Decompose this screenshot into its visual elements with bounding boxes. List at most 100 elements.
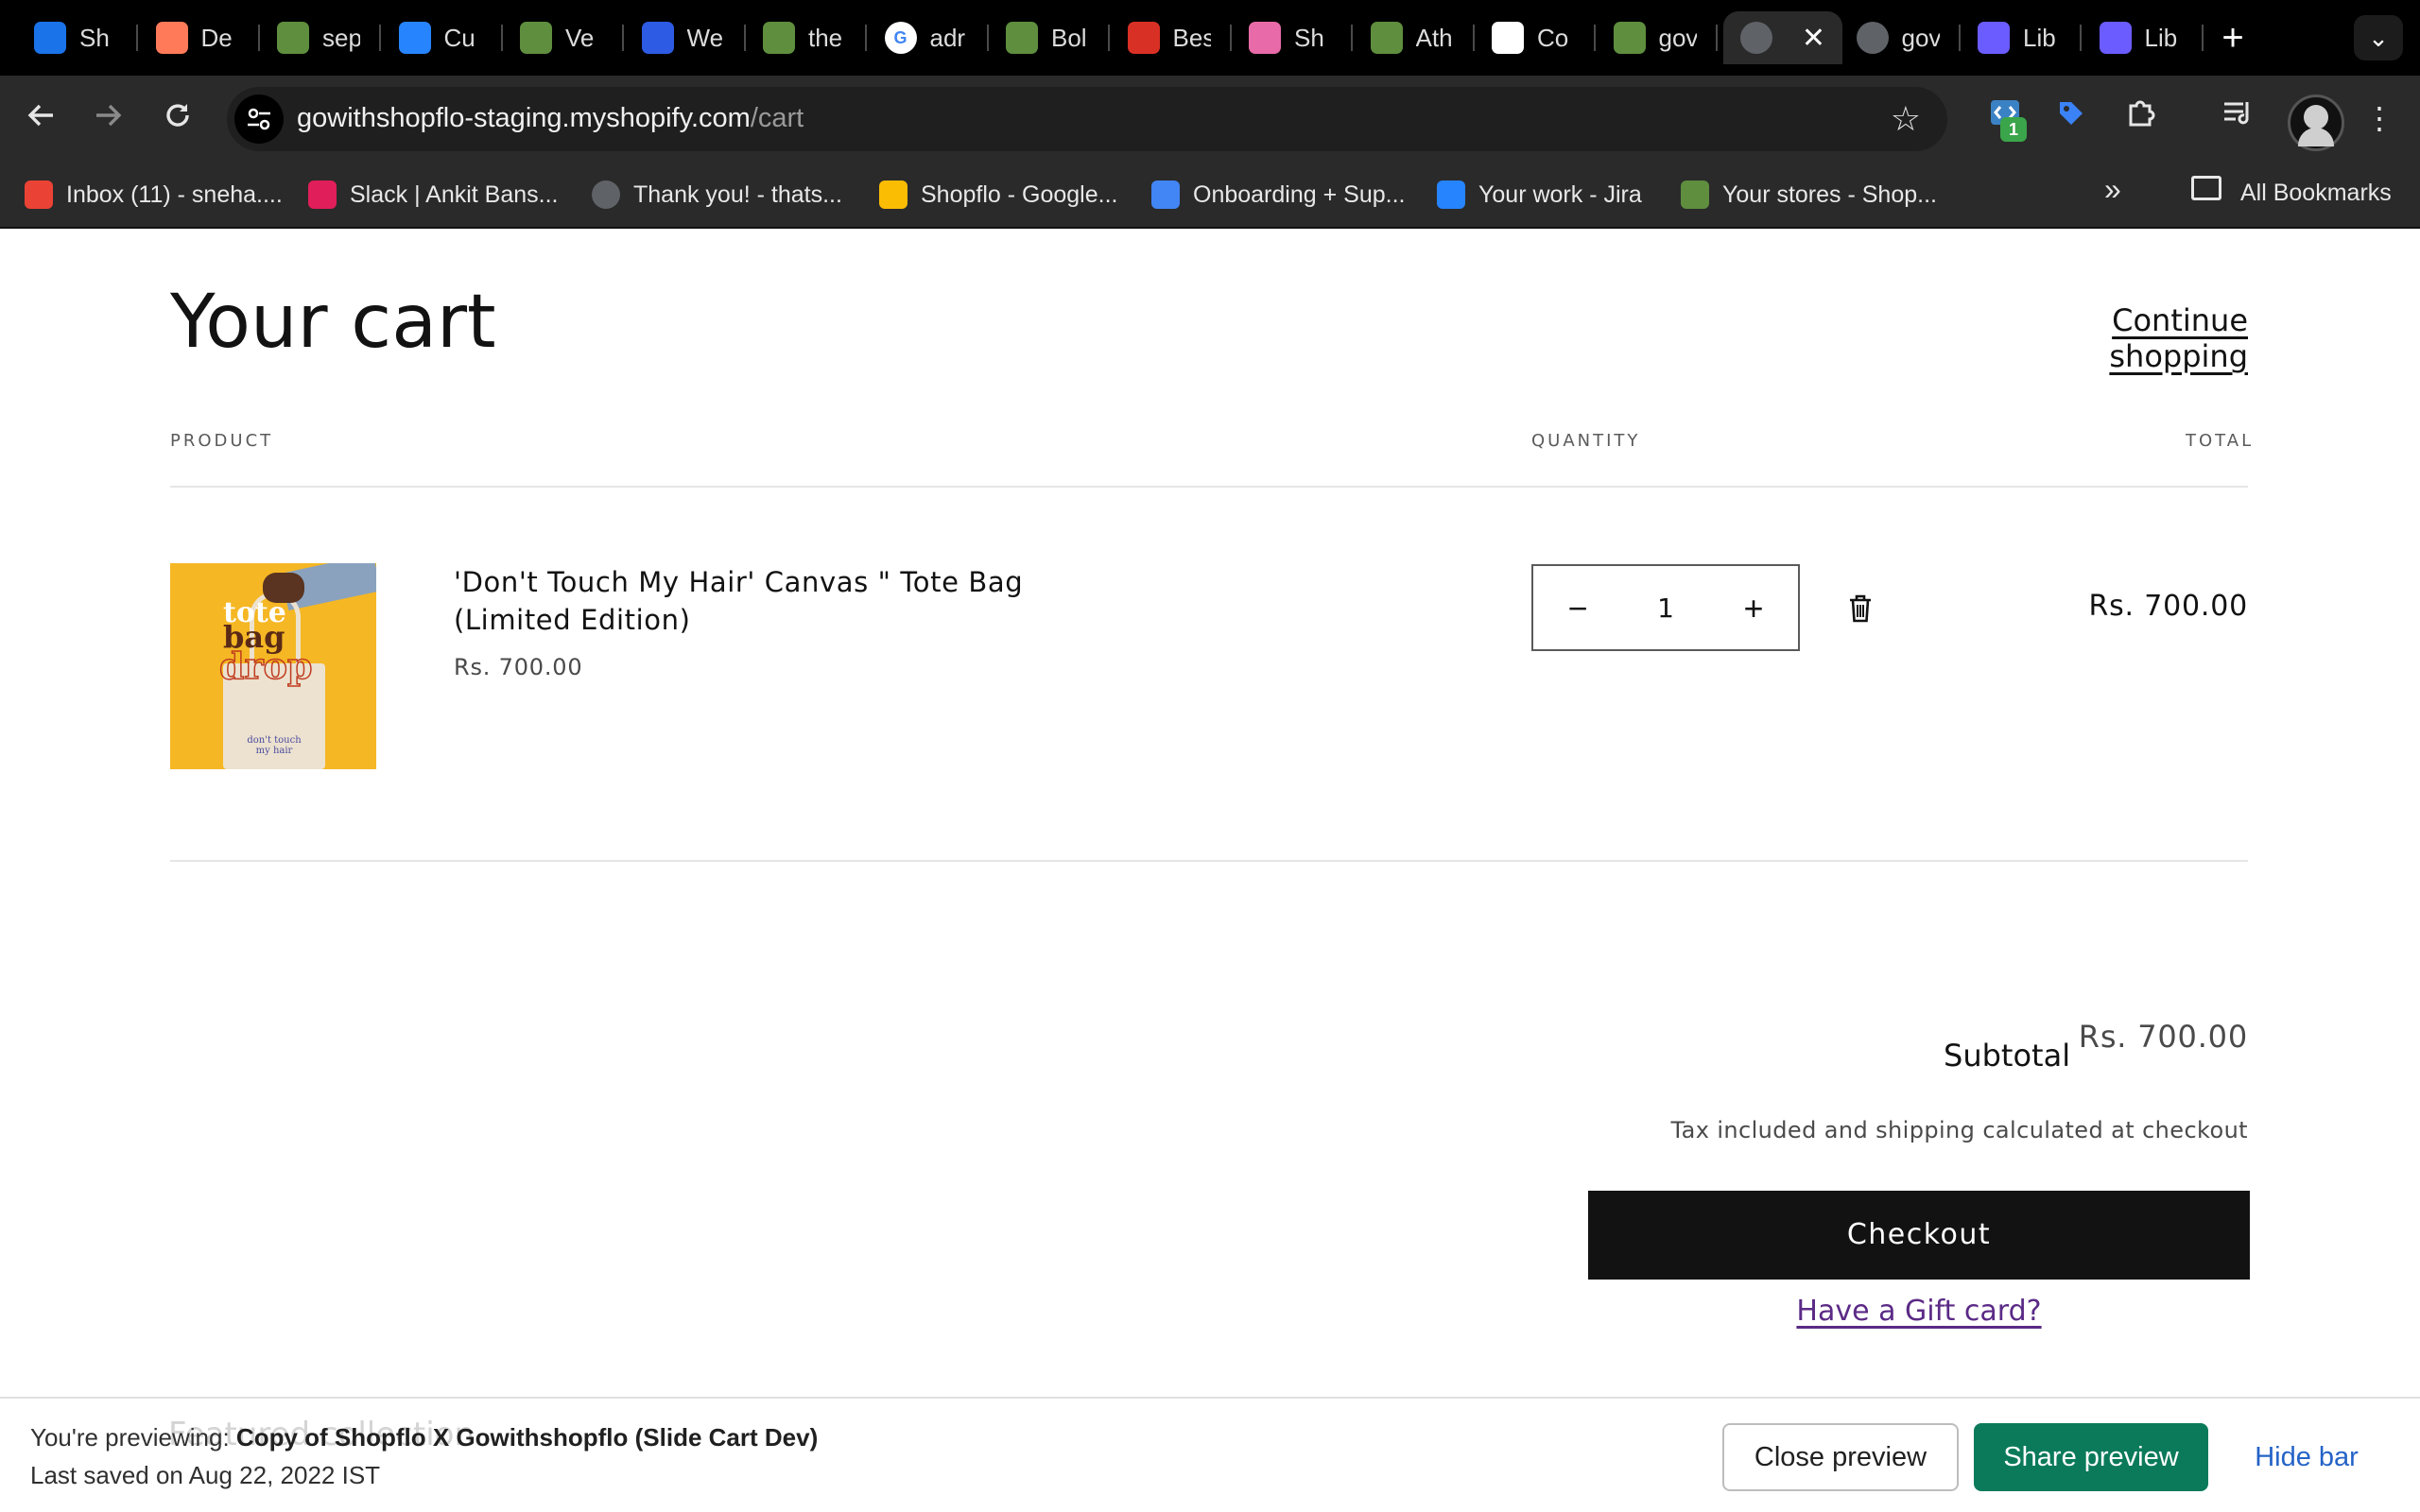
browser-tab[interactable]: Gadr: [868, 11, 989, 64]
hubspot-icon: [155, 22, 188, 54]
url-text: gowithshopflo-staging.myshopify.com/cart: [297, 103, 804, 134]
google-docs-icon: [1151, 180, 1180, 209]
tab-title: gov: [1901, 23, 1940, 52]
browser-tab[interactable]: Bes: [1111, 11, 1232, 64]
site-settings-icon[interactable]: [234, 94, 284, 144]
forward-button[interactable]: [87, 98, 129, 140]
quantity-increase-button[interactable]: +: [1730, 587, 1777, 630]
jira-icon: [398, 22, 431, 54]
bookmark-item[interactable]: Your work - Jira: [1437, 176, 1642, 214]
reading-list-icon[interactable]: [2216, 96, 2259, 140]
tab-title: Sh: [1294, 23, 1324, 52]
back-button[interactable]: [21, 98, 62, 140]
bookmark-item[interactable]: Inbox (11) - sneha....: [25, 176, 283, 214]
close-tab-icon[interactable]: ✕: [1802, 22, 1825, 55]
profile-avatar[interactable]: [2288, 94, 2344, 151]
browser-tab[interactable]: gov: [1840, 11, 1961, 64]
browser-tab[interactable]: Bol: [989, 11, 1110, 64]
checkout-button[interactable]: Checkout: [1588, 1191, 2250, 1280]
tab-strip: Sh De sep Cu Ve We the Gadr Bol Bes Sh Ath Co gov ✕ gov…: [0, 0, 2420, 76]
reload-button[interactable]: [157, 98, 199, 140]
back-arrow-icon: [27, 104, 53, 127]
webflow-icon: [641, 22, 674, 54]
more-bookmarks-icon[interactable]: »: [2104, 172, 2121, 207]
tab-search-button[interactable]: ⌄: [2354, 15, 2403, 60]
product-image[interactable]: tote bag drop don't touch my hair: [170, 563, 376, 769]
browser-tab[interactable]: Co: [1475, 11, 1596, 64]
column-header-quantity: QUANTITY: [1531, 431, 1641, 451]
bookmark-item[interactable]: Thank you! - thats...: [592, 176, 842, 214]
google-calendar-icon: [34, 22, 66, 54]
continue-shopping-link[interactable]: Continue shopping: [1992, 302, 2248, 374]
red-circle-icon: [1127, 22, 1160, 54]
hide-bar-button[interactable]: Hide bar: [2240, 1423, 2373, 1491]
browser-tab[interactable]: De: [139, 11, 260, 64]
tab-title: gov: [1658, 23, 1697, 52]
new-tab-button[interactable]: +: [2210, 17, 2256, 59]
bookmark-label: Onboarding + Sup...: [1193, 180, 1406, 208]
globe-icon: [1856, 22, 1889, 54]
quantity-input[interactable]: 1: [1618, 587, 1713, 630]
bookmark-item[interactable]: Your stores - Shop...: [1681, 176, 1937, 214]
tab-title: Cu: [443, 23, 475, 52]
subtotal-label: Subtotal: [1944, 1038, 2071, 1074]
tab-title: Co: [1537, 23, 1569, 52]
tab-title: the: [808, 23, 843, 52]
quantity-decrease-button[interactable]: −: [1554, 587, 1601, 630]
line-item-total: Rs. 700.00: [2088, 590, 2248, 623]
bookmark-item[interactable]: Onboarding + Sup...: [1151, 176, 1405, 214]
divider: [170, 486, 2248, 488]
browser-tab[interactable]: gov: [1597, 11, 1718, 64]
bookmark-item[interactable]: Shopflo - Google...: [879, 176, 1117, 214]
last-saved-text: Last saved on Aug 22, 2022 IST: [30, 1461, 381, 1489]
theme-preview-bar: Featured collection You're previewing: C…: [0, 1397, 2420, 1512]
url-host: gowithshopflo-staging.myshopify.com: [297, 103, 751, 133]
gift-card-link[interactable]: Have a Gift card?: [1588, 1295, 2250, 1328]
globe-icon: [1740, 22, 1772, 54]
browser-tab[interactable]: Sh: [17, 11, 138, 64]
bookmark-star-icon[interactable]: ☆: [1891, 98, 1921, 140]
browser-tab[interactable]: Lib: [1961, 11, 2082, 64]
asterisk-icon: [1978, 22, 2010, 54]
reload-icon: [166, 104, 189, 127]
tab-title: sep: [322, 23, 360, 52]
asterisk-icon: [2099, 22, 2132, 54]
image-text-drop: drop: [218, 644, 313, 687]
address-bar[interactable]: gowithshopflo-staging.myshopify.com/cart…: [227, 87, 1947, 151]
tab-title: adr: [929, 23, 966, 52]
tax-note: Tax included and shipping calculated at …: [1670, 1117, 2248, 1143]
more-menu-icon[interactable]: ⋮: [2358, 96, 2401, 140]
forward-arrow-icon: [96, 104, 122, 127]
bookmark-item[interactable]: Slack | Ankit Bans...: [308, 176, 558, 214]
jira-icon: [1437, 180, 1465, 209]
subtotal-value: Rs. 700.00: [2078, 1019, 2248, 1055]
browser-tab[interactable]: We: [625, 11, 746, 64]
tab-title: Ve: [565, 23, 595, 52]
shopify-icon: [277, 22, 309, 54]
tab-title: Sh: [79, 23, 110, 52]
trash-icon[interactable]: [1847, 593, 1874, 624]
browser-toolbar: gowithshopflo-staging.myshopify.com/cart…: [0, 76, 2420, 163]
browser-tab[interactable]: Ve: [503, 11, 624, 64]
browser-tab[interactable]: Lib: [2083, 11, 2204, 64]
close-preview-button[interactable]: Close preview: [1722, 1423, 1959, 1491]
all-bookmarks-link[interactable]: All Bookmarks: [2240, 180, 2392, 207]
tab-title: We: [686, 23, 724, 52]
shopify-icon: [1613, 22, 1646, 54]
column-header-total: TOTAL: [2186, 431, 2255, 451]
ticket-icon: [1492, 22, 1524, 54]
extensions-puzzle-icon[interactable]: [2119, 96, 2163, 140]
browser-tab[interactable]: the: [746, 11, 867, 64]
browser-tab[interactable]: Cu: [382, 11, 503, 64]
shopify-icon: [1370, 22, 1403, 54]
extension-tag-icon[interactable]: [2049, 96, 2093, 140]
share-preview-button[interactable]: Share preview: [1974, 1423, 2208, 1491]
shopify-icon: [1006, 22, 1038, 54]
browser-tab[interactable]: Ath: [1354, 11, 1475, 64]
browser-tab[interactable]: ✕: [1723, 11, 1842, 64]
shopify-icon: [1681, 180, 1709, 209]
browser-tab[interactable]: sep: [260, 11, 381, 64]
bookmark-label: Slack | Ankit Bans...: [350, 180, 559, 208]
product-name-link[interactable]: 'Don't Touch My Hair' Canvas " Tote Bag …: [454, 563, 1040, 639]
browser-tab[interactable]: Sh: [1232, 11, 1353, 64]
